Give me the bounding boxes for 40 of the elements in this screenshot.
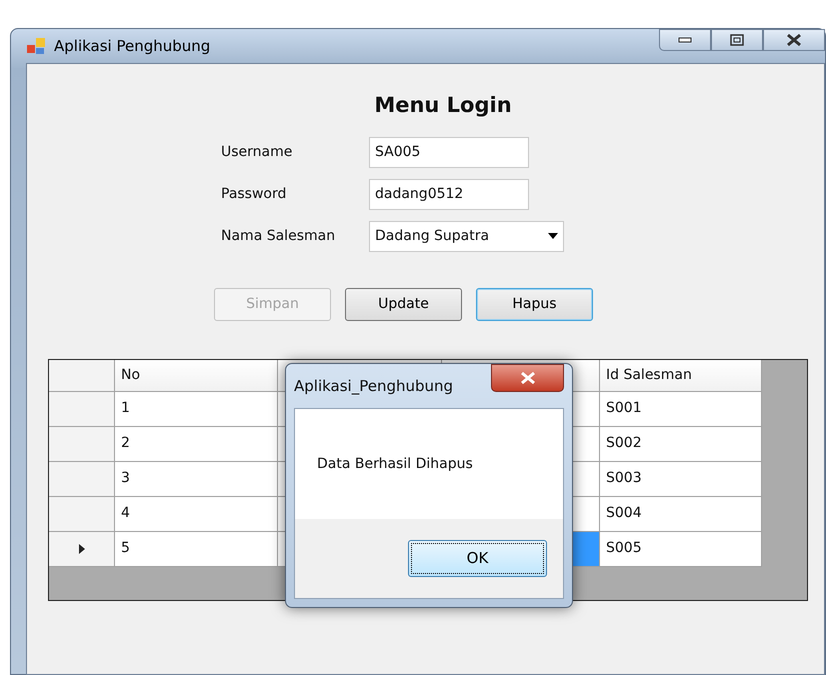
table-cell: 5	[115, 532, 278, 566]
form-button[interactable]: Hapus	[476, 288, 593, 320]
field-label: Password	[221, 184, 288, 204]
dropdown-arrow-icon	[548, 233, 558, 239]
table-cell: S002	[600, 426, 762, 462]
table-cell: 2	[115, 426, 278, 462]
input-field[interactable]: SA005	[369, 136, 529, 168]
form-button[interactable]: Update	[345, 288, 462, 320]
table-cell: 3	[115, 462, 278, 496]
row-header[interactable]	[49, 496, 115, 532]
dropdown-field[interactable]: Dadang Supatra	[369, 220, 564, 252]
ok-button[interactable]: OK	[408, 540, 547, 577]
window-title: Aplikasi Penghubung	[54, 36, 210, 57]
row-header[interactable]	[49, 462, 115, 496]
app-icon	[26, 37, 46, 55]
table-cell: 4	[115, 496, 278, 532]
row-header[interactable]	[49, 532, 115, 566]
row-header[interactable]	[49, 392, 115, 426]
table-cell: 1	[115, 392, 278, 426]
close-icon	[520, 371, 536, 385]
table-cell: S001	[600, 392, 762, 426]
maximize-icon	[730, 34, 744, 46]
input-field[interactable]: dadang0512	[369, 178, 529, 210]
column-header: No	[115, 360, 278, 392]
minimize-button[interactable]	[659, 29, 711, 51]
dialog-message: Data Berhasil Dihapus	[295, 409, 563, 519]
field-label: Username	[221, 142, 294, 162]
form-heading: Menu Login	[373, 92, 513, 119]
minimize-icon	[678, 37, 692, 43]
dialog-title: Aplikasi_Penghubung	[294, 376, 454, 397]
row-header[interactable]	[49, 426, 115, 462]
dialog-close-button[interactable]	[491, 364, 564, 392]
column-header: Id Salesman	[600, 360, 762, 392]
close-button[interactable]	[763, 29, 825, 51]
maximize-button[interactable]	[711, 29, 763, 51]
table-cell: S004	[600, 496, 762, 532]
close-icon	[786, 33, 802, 47]
table-cell: S005	[600, 532, 762, 566]
table-cell: S003	[600, 462, 762, 496]
field-label: Nama Salesman	[221, 226, 336, 246]
